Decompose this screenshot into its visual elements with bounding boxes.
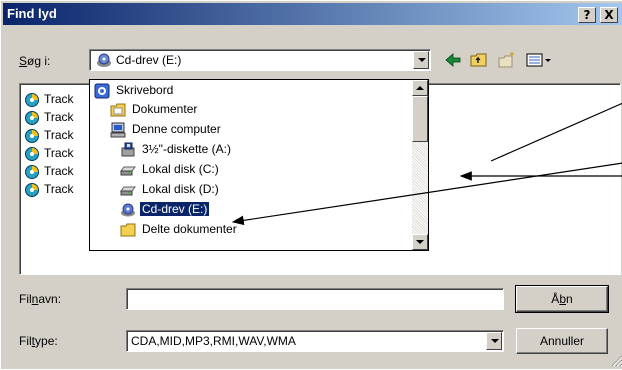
arrow-to-cd-drive [231,162,622,226]
arrow-line-upper [490,102,622,162]
annotation-arrows [231,102,622,226]
find-sound-dialog: Find lyd ? X Søg i: Cd-drev (E:) Track T… [0,0,622,369]
